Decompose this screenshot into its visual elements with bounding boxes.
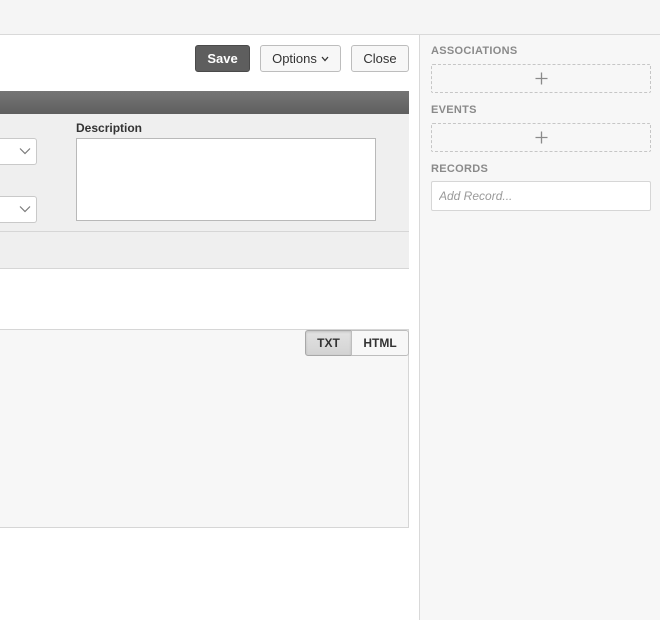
form-panel: Description	[0, 114, 409, 231]
chevron-down-icon	[19, 148, 31, 155]
top-strip	[0, 0, 660, 35]
main-panel: Save Options Close Description TXT HTML	[0, 35, 419, 620]
plus-icon	[535, 72, 547, 85]
description-label: Description	[76, 121, 143, 135]
plus-icon	[535, 131, 547, 144]
section-header-bar	[0, 91, 409, 114]
options-label: Options	[272, 51, 317, 66]
dropdown-select-1[interactable]	[0, 138, 37, 165]
dropdown-select-2[interactable]	[0, 196, 37, 223]
close-button[interactable]: Close	[351, 45, 409, 72]
add-record-input[interactable]	[431, 181, 651, 211]
chevron-down-icon	[321, 56, 329, 61]
records-heading: RECORDS	[431, 163, 489, 175]
events-heading: EVENTS	[431, 104, 477, 116]
format-tab-html[interactable]: HTML	[351, 330, 409, 356]
chevron-down-icon	[19, 206, 31, 213]
options-button[interactable]: Options	[260, 45, 341, 72]
associations-heading: ASSOCIATIONS	[431, 45, 518, 57]
sidebar: ASSOCIATIONS EVENTS RECORDS	[419, 35, 660, 620]
save-button[interactable]: Save	[195, 45, 250, 72]
add-association-button[interactable]	[431, 64, 651, 93]
section-divider-bar	[0, 231, 409, 269]
format-tab-txt[interactable]: TXT	[305, 330, 352, 356]
description-textarea[interactable]	[76, 138, 376, 221]
add-event-button[interactable]	[431, 123, 651, 152]
body-editor[interactable]: TXT HTML	[0, 329, 409, 528]
